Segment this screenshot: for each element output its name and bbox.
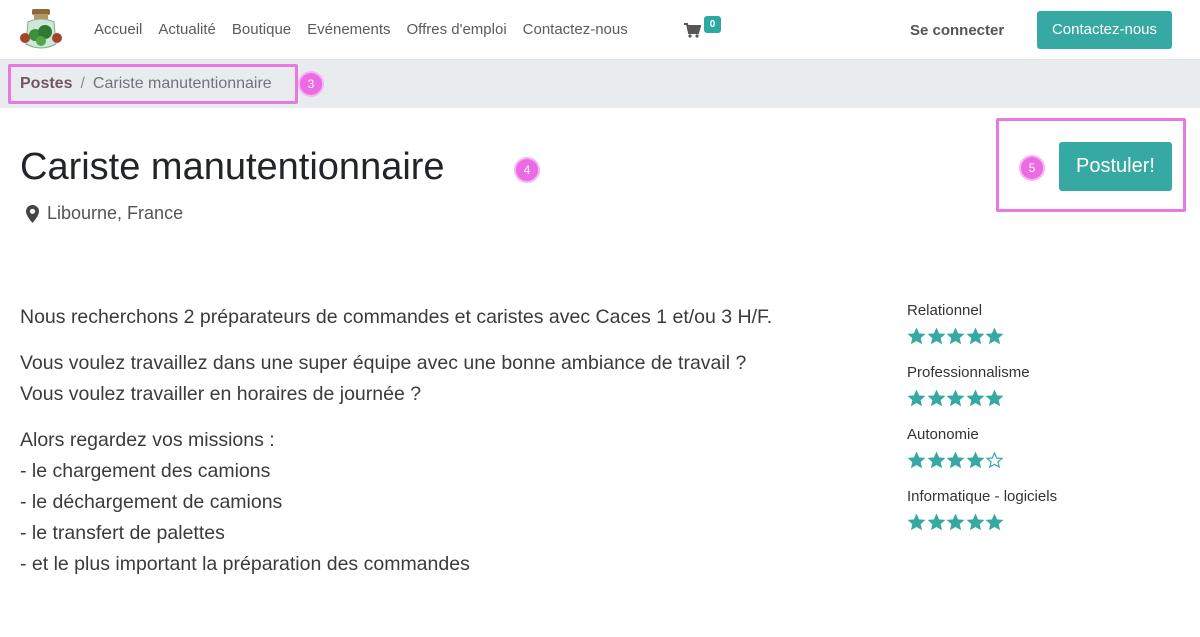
cart-count-badge: 0 [704, 16, 721, 33]
breadcrumb-separator: / [80, 75, 85, 92]
job-title: Cariste manutentionnaire [20, 146, 445, 188]
cart-button[interactable]: 0 [684, 16, 724, 44]
star-filled-icon [927, 452, 945, 468]
mission-item: - le déchargement de camions [20, 491, 283, 513]
job-description: Nous recherchons 2 préparateurs de comma… [20, 302, 800, 595]
sign-in-link[interactable]: Se connecter [910, 0, 1004, 62]
nav-link-offres-emploi[interactable]: Offres d'emploi [399, 0, 515, 60]
skill-item: Informatique - logiciels [907, 484, 1127, 546]
star-filled-icon [985, 390, 1004, 406]
star-filled-icon [907, 514, 926, 530]
skill-name: Relationnel [907, 302, 983, 319]
description-line: Vous voulez travaillez dans une super éq… [20, 352, 747, 374]
description-line: Alors regardez vos missions : [20, 429, 275, 451]
skill-name: Professionnalisme [907, 364, 1030, 381]
star-empty-icon [985, 452, 1004, 468]
description-paragraph: Vous voulez travaillez dans une super éq… [20, 348, 800, 410]
skill-item: Autonomie [907, 422, 1127, 484]
skill-item: Relationnel [907, 298, 1127, 360]
star-filled-icon [966, 514, 984, 530]
annotation-marker-3: 3 [300, 73, 322, 95]
star-filled-icon [946, 390, 965, 406]
mission-item: - le transfert de palettes [20, 522, 225, 544]
skill-name: Autonomie [907, 426, 979, 443]
map-marker-icon [26, 204, 39, 223]
mission-item: - le chargement des camions [20, 460, 271, 482]
job-location-text: Libourne, France [47, 203, 184, 223]
site-logo[interactable] [18, 8, 64, 52]
star-filled-icon [966, 328, 984, 344]
star-filled-icon [946, 514, 965, 530]
skill-name: Informatique - logiciels [907, 488, 1058, 505]
skill-item: Professionnalisme [907, 360, 1127, 422]
star-filled-icon [927, 328, 945, 344]
mission-item: - et le plus important la préparation de… [20, 553, 470, 575]
description-paragraph: Nous recherchons 2 préparateurs de comma… [20, 306, 773, 328]
top-navbar: Accueil Actualité Boutique Evénements Of… [0, 0, 1200, 60]
missions-list: Alors regardez vos missions : - le charg… [20, 425, 800, 580]
nav-link-contact[interactable]: Contactez-nous [515, 0, 636, 60]
breadcrumb-postes-link[interactable]: Postes [20, 75, 72, 92]
star-filled-icon [907, 390, 926, 406]
shopping-cart-icon [684, 23, 701, 38]
star-filled-icon [907, 328, 926, 344]
skill-rating [907, 328, 1127, 344]
star-filled-icon [985, 514, 1004, 530]
star-filled-icon [946, 328, 965, 344]
nav-link-evenements[interactable]: Evénements [299, 0, 398, 60]
annotation-marker-4: 4 [516, 159, 538, 181]
star-filled-icon [907, 452, 926, 468]
star-filled-icon [927, 390, 945, 406]
annotation-marker-5: 5 [1021, 157, 1043, 179]
description-line: Vous voulez travailler en horaires de jo… [20, 383, 422, 405]
skill-rating [907, 390, 1127, 406]
skills-panel: Relationnel Professionnalisme Autonomie … [907, 298, 1127, 546]
star-filled-icon [966, 452, 984, 468]
nav-link-boutique[interactable]: Boutique [224, 0, 299, 60]
nav-links: Accueil Actualité Boutique Evénements Of… [86, 0, 636, 60]
breadcrumb: Postes / Cariste manutentionnaire [20, 75, 272, 93]
star-filled-icon [927, 514, 945, 530]
apply-button[interactable]: Postuler! [1059, 142, 1172, 191]
breadcrumb-current: Cariste manutentionnaire [92, 75, 272, 92]
star-filled-icon [946, 452, 965, 468]
nav-link-actualite[interactable]: Actualité [150, 0, 224, 60]
nav-link-accueil[interactable]: Accueil [86, 0, 150, 60]
skill-rating [907, 514, 1127, 530]
star-filled-icon [966, 390, 984, 406]
contact-button[interactable]: Contactez-nous [1037, 11, 1172, 49]
skill-rating [907, 452, 1127, 468]
star-filled-icon [985, 328, 1004, 344]
job-location: Libourne, France [26, 203, 183, 224]
